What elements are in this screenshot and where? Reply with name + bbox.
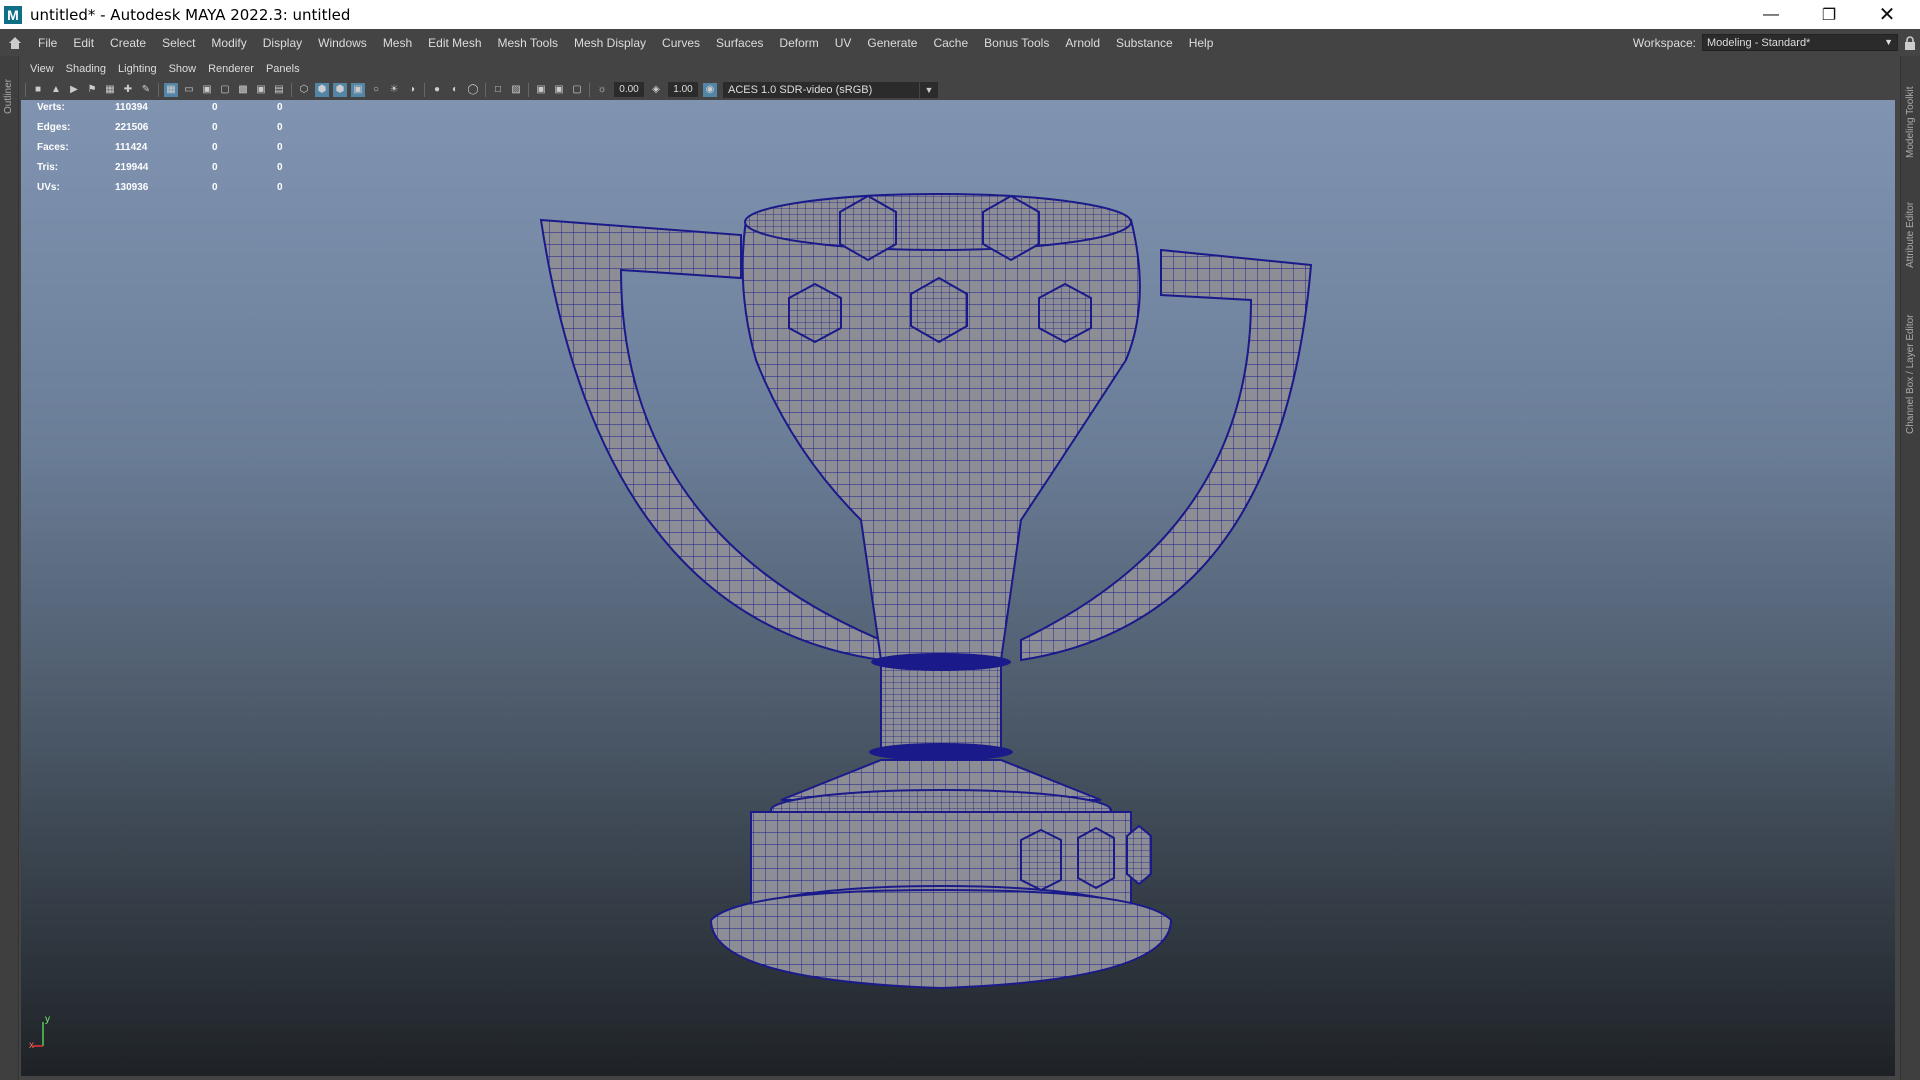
workspace-select[interactable]: Modeling - Standard* ▼ — [1702, 34, 1898, 51]
menu-uv[interactable]: UV — [827, 36, 860, 50]
screen-space-ao-icon[interactable]: ◑ — [405, 83, 419, 97]
workspace-value: Modeling - Standard* — [1707, 36, 1811, 49]
panel-toolbar: ■ ▲ ▶ ⚑ ▦ ✚ ✎ ▦ ▭ ▣ ▢ ▩ ▣ ▤ ⬡ ⬢ ⬢ ▣ ○ ☀ … — [19, 78, 1897, 101]
menu-mesh[interactable]: Mesh — [375, 36, 420, 50]
menu-file[interactable]: File — [30, 36, 65, 50]
smooth-shade-icon[interactable]: ⬢ — [315, 82, 329, 97]
menu-modify[interactable]: Modify — [203, 36, 254, 50]
attribute-editor-tab[interactable]: Attribute Editor — [1905, 202, 1916, 268]
right-side-strip: Modeling Toolkit Attribute Editor Channe… — [1900, 56, 1920, 1080]
safe-title-icon[interactable]: ▤ — [272, 83, 286, 97]
gamma-icon[interactable]: ◈ — [649, 83, 663, 97]
main-menu-bar: File Edit Create Select Modify Display W… — [0, 29, 1920, 56]
minimize-icon[interactable]: — — [1742, 0, 1800, 29]
exposure-icon[interactable]: ☼ — [595, 83, 609, 97]
grease-pencil-icon[interactable]: ✎ — [139, 83, 153, 97]
textured-icon[interactable]: ▣ — [351, 82, 365, 97]
color-management-icon[interactable]: ◉ — [703, 82, 717, 97]
use-all-lights-icon[interactable]: ○ — [369, 83, 383, 97]
shadows-icon[interactable]: ☀ — [387, 83, 401, 97]
axis-y-label: y — [45, 1014, 50, 1025]
wireframe-icon[interactable]: ⬡ — [297, 83, 311, 97]
chevron-down-icon: ▼ — [1884, 37, 1893, 47]
bookmark-icon[interactable]: ⚑ — [85, 83, 99, 97]
camera-sequence-icon[interactable]: ▶ — [67, 83, 81, 97]
menu-windows[interactable]: Windows — [310, 36, 375, 50]
lock-icon[interactable] — [1904, 35, 1916, 50]
camera-attributes-icon[interactable]: ▲ — [49, 83, 63, 97]
2d-pan-zoom-icon[interactable]: ✚ — [121, 83, 135, 97]
home-icon[interactable] — [0, 36, 30, 50]
grid-icon[interactable]: ▦ — [164, 82, 178, 97]
safe-action-icon[interactable]: ▣ — [254, 83, 268, 97]
isolate-select-icon[interactable]: □ — [491, 83, 505, 97]
workspace-label: Workspace: — [1632, 35, 1696, 50]
maya-logo-icon: M — [4, 5, 22, 24]
menu-create[interactable]: Create — [102, 36, 154, 50]
multisample-aa-icon[interactable]: ◐ — [448, 83, 462, 97]
gate-mask-icon[interactable]: ▢ — [218, 83, 232, 97]
image-plane-icon[interactable]: ▦ — [103, 83, 117, 97]
modeling-toolkit-tab[interactable]: Modeling Toolkit — [1905, 86, 1916, 158]
model-panel: View Shading Lighting Show Renderer Pane… — [19, 56, 1897, 1078]
menu-edit[interactable]: Edit — [65, 36, 102, 50]
exposure-field[interactable]: 0.00 — [614, 82, 644, 97]
xray-active-icon[interactable]: ▣ — [534, 83, 548, 97]
menu-display[interactable]: Display — [255, 36, 310, 50]
panel-menu-view[interactable]: View — [19, 63, 60, 75]
restore-icon[interactable]: ❐ — [1800, 0, 1858, 29]
menu-deform[interactable]: Deform — [771, 36, 826, 50]
xray-icon[interactable]: ▨ — [509, 83, 523, 97]
xray-joints-icon[interactable]: ▣ — [552, 83, 566, 97]
menu-curves[interactable]: Curves — [654, 36, 708, 50]
camera-icon[interactable]: ■ — [31, 83, 45, 97]
color-space-select[interactable]: ACES 1.0 SDR-video (sRGB) — [723, 81, 919, 98]
panel-menu-lighting[interactable]: Lighting — [112, 63, 163, 75]
menu-substance[interactable]: Substance — [1108, 36, 1181, 50]
panel-menu-shading[interactable]: Shading — [60, 63, 112, 75]
film-gate-icon[interactable]: ▭ — [182, 83, 196, 97]
close-icon[interactable]: ✕ — [1858, 0, 1916, 29]
chevron-down-icon[interactable]: ▼ — [920, 81, 938, 98]
workspace-area: Workspace: Modeling - Standard* ▼ — [1633, 29, 1920, 56]
menu-surfaces[interactable]: Surfaces — [708, 36, 771, 50]
menu-mesh-display[interactable]: Mesh Display — [566, 36, 654, 50]
wireframe-on-shaded-icon[interactable]: ⬢ — [333, 82, 347, 97]
menu-select[interactable]: Select — [154, 36, 203, 50]
outliner-tab[interactable]: Outliner — [3, 79, 14, 114]
depth-of-field-icon[interactable]: ◯ — [466, 83, 480, 97]
panel-menu-show[interactable]: Show — [163, 63, 203, 75]
menu-cache[interactable]: Cache — [925, 36, 976, 50]
menu-mesh-tools[interactable]: Mesh Tools — [490, 36, 566, 50]
gamma-field[interactable]: 1.00 — [668, 82, 698, 97]
left-side-strip: Outliner — [0, 56, 19, 1080]
menu-help[interactable]: Help — [1181, 36, 1222, 50]
motion-blur-icon[interactable]: ● — [430, 83, 444, 97]
trophy-mesh — [539, 193, 1313, 990]
panel-menu-panels[interactable]: Panels — [260, 63, 306, 75]
view-axis-indicator: y x — [29, 1014, 69, 1054]
menu-edit-mesh[interactable]: Edit Mesh — [420, 36, 489, 50]
channel-box-tab[interactable]: Channel Box / Layer Editor — [1905, 314, 1916, 434]
field-chart-icon[interactable]: ▩ — [236, 83, 250, 97]
menu-arnold[interactable]: Arnold — [1057, 36, 1108, 50]
menu-generate[interactable]: Generate — [859, 36, 925, 50]
axis-x-label: x — [29, 1040, 34, 1051]
panel-menu-renderer[interactable]: Renderer — [202, 63, 260, 75]
title-bar: M untitled* - Autodesk MAYA 2022.3: unti… — [0, 0, 1920, 29]
viewport-3d[interactable]: Verts: 110394 0 0 Edges: 221506 0 0 Face… — [21, 100, 1895, 1076]
backface-culling-icon[interactable]: ▢ — [570, 83, 584, 97]
resolution-gate-icon[interactable]: ▣ — [200, 83, 214, 97]
window-title: untitled* - Autodesk MAYA 2022.3: untitl… — [30, 5, 351, 24]
menu-bonus-tools[interactable]: Bonus Tools — [976, 36, 1057, 50]
